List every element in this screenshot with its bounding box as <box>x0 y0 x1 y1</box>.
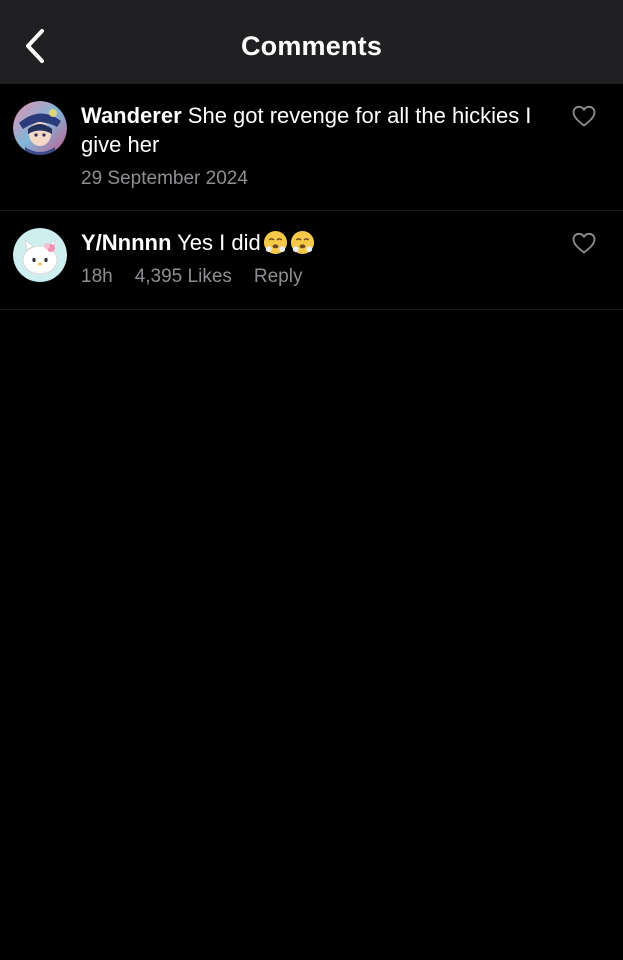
header-bar: Comments <box>0 0 623 84</box>
avatar[interactable] <box>13 101 67 155</box>
avatar[interactable] <box>13 228 67 282</box>
comment-timestamp: 18h <box>81 266 113 287</box>
comment-body: Y/Nnnnn Yes I did 18h 4,395 Likes Reply <box>81 228 551 289</box>
face-with-steam-from-nose-emoji <box>290 230 314 255</box>
comment-likes-count[interactable]: 4,395 Likes <box>135 265 232 289</box>
comment-item: Y/Nnnnn Yes I did 18h 4,395 Likes Reply <box>0 211 623 310</box>
page-title: Comments <box>240 31 383 61</box>
comment-username[interactable]: Wanderer <box>81 103 182 128</box>
comment-body: Wanderer She got revenge for all the hic… <box>81 101 551 191</box>
comment-item: Wanderer She got revenge for all the hic… <box>0 84 623 211</box>
comment-message: Yes I did <box>177 230 261 255</box>
heart-outline-icon <box>572 232 596 254</box>
comment-username[interactable]: Y/Nnnnn <box>81 230 171 255</box>
reply-button[interactable]: Reply <box>254 265 303 289</box>
comment-text: Y/Nnnnn Yes I did <box>81 228 551 257</box>
like-button[interactable] <box>570 230 598 256</box>
like-button[interactable] <box>570 103 598 129</box>
comment-timestamp: 29 September 2024 <box>81 168 248 189</box>
heart-outline-icon <box>572 105 596 127</box>
face-with-steam-from-nose-emoji <box>263 230 287 255</box>
comment-meta: 18h 4,395 Likes Reply <box>81 265 551 289</box>
comment-meta: 29 September 2024 <box>81 167 551 191</box>
comment-text: Wanderer She got revenge for all the hic… <box>81 101 551 159</box>
